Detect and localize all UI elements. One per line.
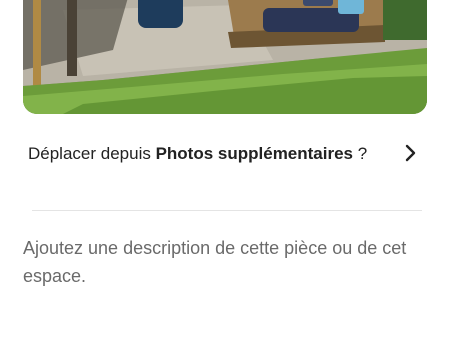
description-input[interactable] [23, 234, 427, 294]
room-photo[interactable] [23, 0, 427, 114]
chevron-right-icon [405, 144, 416, 162]
section-divider [32, 210, 422, 211]
garden-photo-image [23, 0, 427, 114]
photo-edit-screen: Déplacer depuis Photos supplémentaires ? [0, 0, 450, 338]
move-row-suffix: ? [353, 144, 368, 163]
move-row-prefix: Déplacer depuis [28, 144, 156, 163]
move-row-label: Déplacer depuis Photos supplémentaires ? [28, 142, 368, 165]
move-row-source: Photos supplémentaires [155, 144, 354, 163]
move-from-additional-photos-row[interactable]: Déplacer depuis Photos supplémentaires ? [28, 142, 424, 194]
